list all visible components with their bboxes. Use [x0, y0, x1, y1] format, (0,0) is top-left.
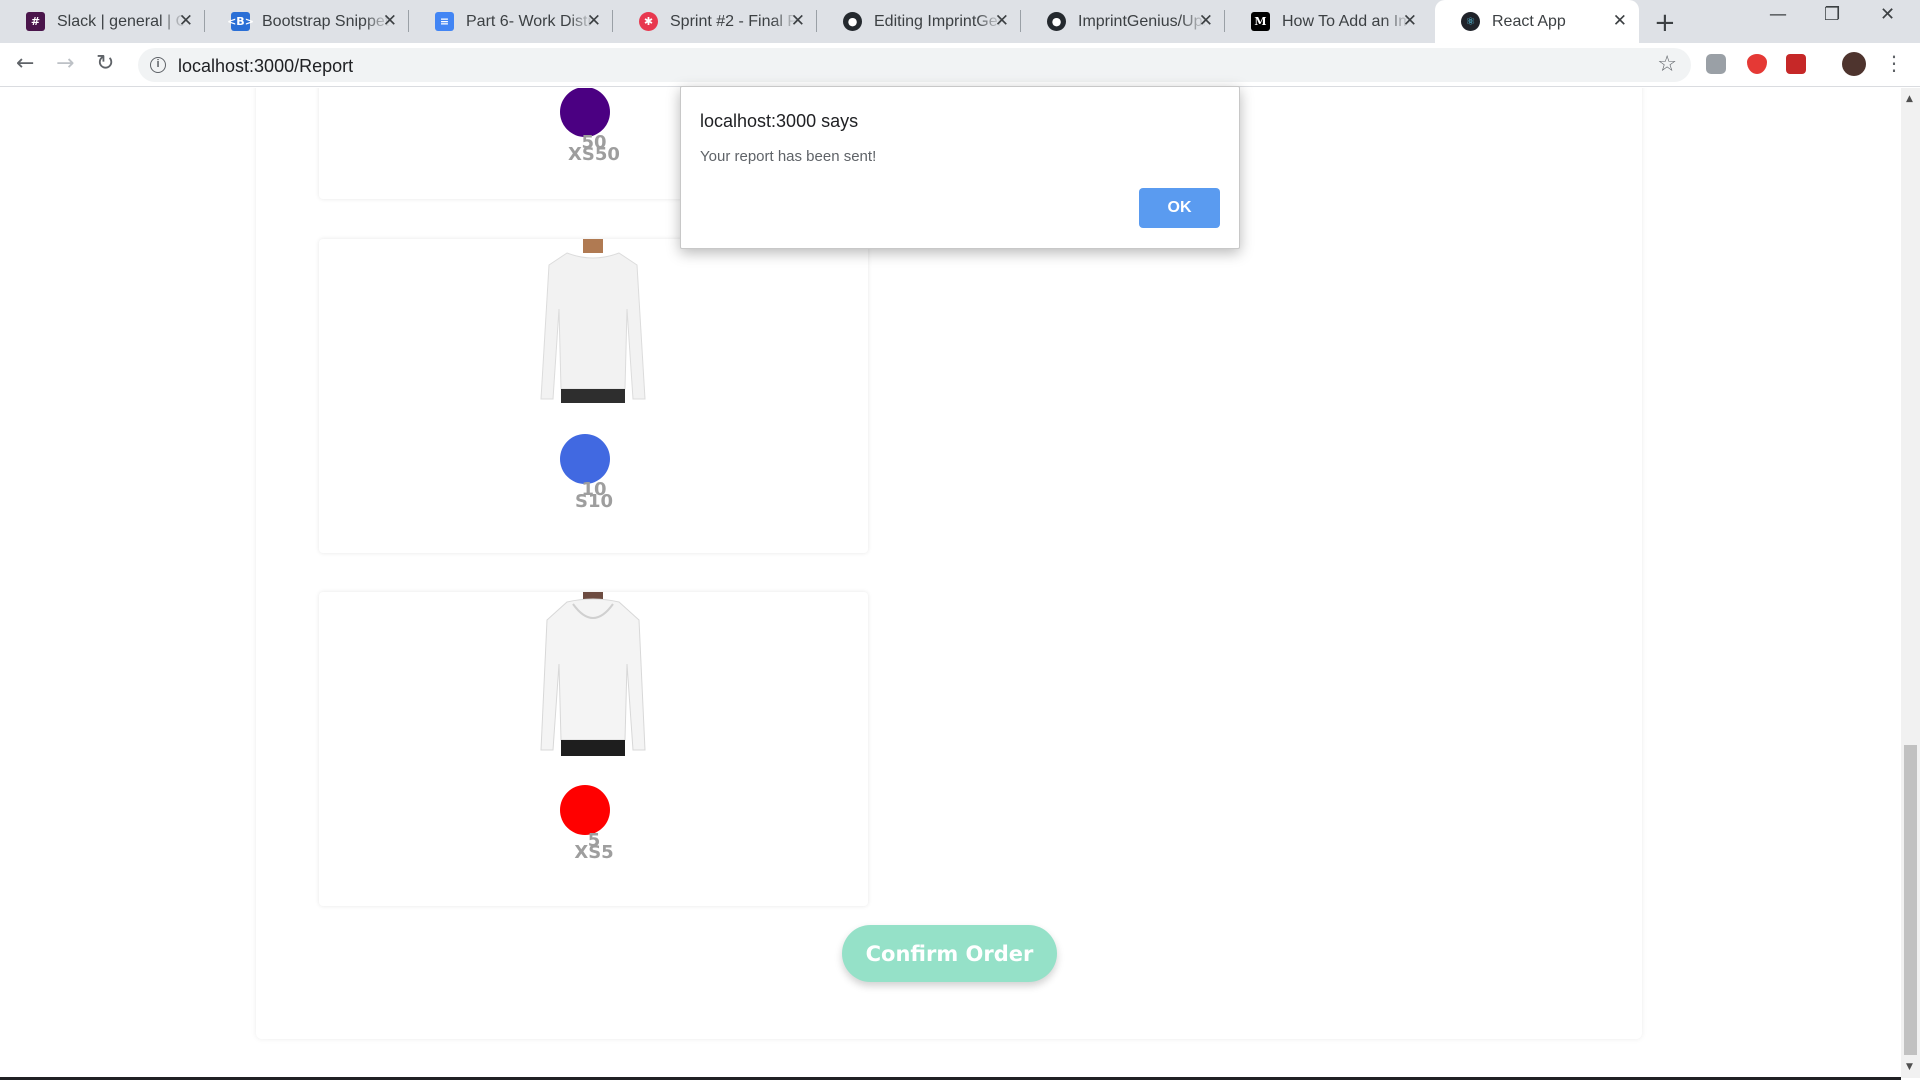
address-bar[interactable]: i localhost:3000/Report ☆: [138, 48, 1691, 82]
tab-title: React App: [1492, 12, 1566, 30]
close-icon[interactable]: ✕: [1199, 11, 1213, 31]
tab-title: Part 6- Work Distrib: [466, 12, 594, 30]
scrollbar-thumb[interactable]: [1904, 745, 1917, 1055]
browser-toolbar: ← → ↻ i localhost:3000/Report ☆ ⋮: [0, 43, 1920, 87]
google-docs-icon: ≡: [435, 12, 454, 31]
scroll-down-icon[interactable]: ▼: [1906, 1062, 1913, 1072]
size-quantity-label: XS50: [568, 144, 620, 165]
reload-icon[interactable]: ↻: [96, 51, 114, 76]
vertical-scrollbar[interactable]: ▲ ▼: [1901, 88, 1920, 1078]
tab-title: Editing ImprintGen: [874, 12, 1002, 30]
minimize-icon[interactable]: —: [1769, 4, 1787, 25]
window-close-icon[interactable]: ✕: [1880, 4, 1895, 25]
tab-medium[interactable]: M How To Add an Im ✕: [1225, 0, 1429, 43]
bookmark-star-icon[interactable]: ☆: [1657, 52, 1677, 77]
asana-icon: ✱: [639, 12, 658, 31]
tab-title: ImprintGenius/Upl: [1078, 12, 1206, 30]
alert-dialog: localhost:3000 says Your report has been…: [680, 86, 1240, 249]
slack-icon: #: [26, 12, 45, 31]
color-swatch: [560, 785, 610, 835]
close-icon[interactable]: ✕: [995, 11, 1009, 31]
ok-button[interactable]: OK: [1139, 188, 1220, 228]
tab-github-upload[interactable]: ● ImprintGenius/Upl ✕: [1021, 0, 1225, 43]
react-icon: ⚛: [1461, 12, 1480, 31]
new-tab-icon[interactable]: +: [1654, 8, 1676, 38]
github-icon: ●: [1047, 12, 1066, 31]
url-text[interactable]: localhost:3000/Report: [178, 56, 353, 77]
shield-extension-icon[interactable]: [1747, 54, 1767, 74]
color-swatch: [560, 434, 610, 484]
size-quantity-label: XS5: [574, 842, 614, 863]
forward-arrow-icon[interactable]: →: [56, 51, 74, 76]
dialog-message: Your report has been sent!: [700, 148, 877, 165]
confirm-order-button[interactable]: Confirm Order: [842, 925, 1057, 982]
tab-title: Sprint #2 - Final Pr: [670, 12, 798, 30]
close-icon[interactable]: ✕: [179, 11, 193, 31]
scroll-up-icon[interactable]: ▲: [1906, 94, 1913, 104]
color-swatch: [560, 88, 610, 137]
tab-title: How To Add an Im: [1282, 12, 1410, 30]
maximize-icon[interactable]: ❐: [1824, 4, 1840, 25]
close-icon[interactable]: ✕: [791, 11, 805, 31]
size-quantity-label: S10: [574, 491, 613, 512]
dialog-title: localhost:3000 says: [700, 111, 859, 131]
tab-slack[interactable]: # Slack | general | CE ✕: [0, 0, 205, 43]
close-icon[interactable]: ✕: [383, 11, 397, 31]
info-icon[interactable]: i: [150, 57, 166, 73]
github-icon: ●: [843, 12, 862, 31]
close-icon[interactable]: ✕: [587, 11, 601, 31]
tab-react-app[interactable]: ⚛ React App ✕: [1435, 0, 1639, 43]
close-icon[interactable]: ✕: [1403, 11, 1417, 31]
camera-extension-icon[interactable]: [1706, 54, 1726, 74]
tab-title: Bootstrap Snippet: [262, 12, 390, 30]
tab-strip: # Slack | general | CE ✕ <B> Bootstrap S…: [0, 0, 1920, 43]
tab-bootstrap[interactable]: <B> Bootstrap Snippet ✕: [205, 0, 409, 43]
back-arrow-icon[interactable]: ←: [16, 51, 34, 76]
medium-icon: M: [1251, 12, 1270, 31]
hoodie-image: [540, 592, 646, 756]
tab-github-editing[interactable]: ● Editing ImprintGen ✕: [817, 0, 1021, 43]
avatar[interactable]: [1842, 52, 1866, 76]
tab-google-doc[interactable]: ≡ Part 6- Work Distrib ✕: [409, 0, 613, 43]
tab-asana[interactable]: ✱ Sprint #2 - Final Pr ✕: [613, 0, 817, 43]
puzzle-extension-icon[interactable]: [1786, 54, 1806, 74]
close-icon[interactable]: ✕: [1613, 11, 1627, 31]
long-sleeve-shirt-image: [540, 239, 646, 403]
menu-dots-icon[interactable]: ⋮: [1884, 51, 1904, 75]
tab-title: Slack | general | CE: [57, 12, 185, 30]
bootstrap-icon: <B>: [227, 12, 254, 31]
